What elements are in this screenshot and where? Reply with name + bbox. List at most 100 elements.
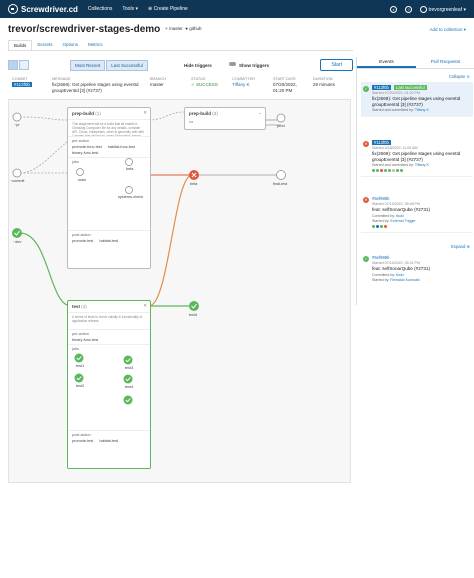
committer-value[interactable]: Tiffany K	[232, 82, 255, 87]
event-committer-link[interactable]: tkuki	[396, 214, 403, 218]
section-title: pre-action	[72, 332, 89, 336]
brand[interactable]: Screwdriver.cd	[8, 4, 78, 14]
event-item[interactable]: ✓ #113f0b Last successful Started 07/20/…	[361, 82, 473, 117]
job-promote-test[interactable]: promote-test	[72, 239, 93, 243]
tab-secrets[interactable]: Secrets	[32, 40, 57, 50]
user-avatar-icon	[420, 5, 428, 13]
job-habitat-test[interactable]: habitat-test	[99, 239, 118, 243]
tab-events[interactable]: Events	[357, 57, 416, 68]
node-dev[interactable]	[12, 228, 22, 238]
job-status-dot	[376, 169, 379, 172]
job-binary-func-test[interactable]: binary-func-test	[72, 151, 146, 155]
job-test1-node[interactable]	[74, 353, 84, 363]
graph-view-icon[interactable]	[8, 60, 18, 70]
last-successful-button[interactable]: Last Successful	[106, 59, 148, 71]
job-test-extra-node[interactable]	[123, 395, 133, 405]
job-promote-test[interactable]: promote-test	[72, 439, 93, 443]
stage-prep-build-1-header: prep-build (1) ✕	[68, 108, 150, 120]
job-status-dot	[376, 224, 379, 228]
event-item[interactable]: ✕ #5ef989b Started 07/19/2022, 05:48 PM …	[361, 193, 473, 233]
event-sha[interactable]: #113f0b	[372, 85, 391, 90]
duration-col: DURATION 29 minutes	[313, 77, 335, 87]
stage-count: (1)	[95, 111, 101, 116]
tab-options[interactable]: Options	[58, 40, 84, 50]
branch-value: master	[150, 82, 164, 87]
job-systems-check-node[interactable]	[125, 186, 133, 194]
event-user-link[interactable]: External Trigger	[390, 219, 415, 223]
nav-collections[interactable]: Collections	[88, 6, 112, 12]
event-item[interactable]: ✕ #113f0b Started 4/18/2022, 11:05 AM fi…	[361, 137, 473, 177]
tab-builds[interactable]: Builds	[8, 40, 33, 50]
success-icon: ✓	[363, 256, 369, 262]
add-to-collection-link[interactable]: Add to collection ▾	[429, 27, 466, 33]
nav-tools[interactable]: Tools ▾	[122, 6, 138, 12]
pipeline-title[interactable]: trevor/screwdriver-stages-demo	[8, 24, 160, 35]
stage-more[interactable]: •••	[185, 119, 265, 124]
expand-link[interactable]: Expand ⊕	[451, 244, 470, 249]
success-icon: ✓	[363, 86, 369, 92]
job-test3-node[interactable]	[123, 355, 133, 365]
triggers-toggle[interactable]	[229, 62, 236, 66]
pipeline-graph: ~pr ~commit ~dev prod beta final-test bu…	[8, 99, 351, 483]
pipeline-tabs: Builds Secrets Options Metrics	[8, 40, 108, 50]
help-icon[interactable]: ?	[405, 5, 413, 13]
event-time: Started 07/19/2022, 05:48 PM	[372, 202, 420, 206]
duration-value: 29 minutes	[313, 82, 336, 87]
stage-pre-action: pre-action binary-func-test	[68, 329, 150, 344]
status-col: STATUS ✓ SUCCESS	[191, 77, 218, 88]
node-final-test[interactable]	[276, 170, 286, 180]
event-user-link[interactable]: Reinaldo Kurosaki	[390, 278, 419, 282]
scm-name[interactable]: github	[189, 26, 201, 31]
tab-pull-requests[interactable]: Pull Requests	[416, 57, 474, 68]
event-item[interactable]: ✓ #5ef989b Started 07/19/2022, 05:31 PM …	[361, 252, 473, 286]
nav-create-pipeline[interactable]: ⊕ Create Pipeline	[148, 6, 188, 12]
job-test2-node[interactable]	[74, 373, 84, 383]
node-commit[interactable]	[12, 168, 22, 178]
event-sha[interactable]: #113f0b	[372, 140, 391, 145]
collapse-icon: ⊖	[466, 74, 470, 79]
chevron-down-icon[interactable]: ⌄	[258, 110, 262, 116]
event-user-link[interactable]: Tiffany K	[415, 108, 429, 112]
event-user-link[interactable]: Tiffany K	[415, 163, 429, 167]
commit-message: fix(2669): Get pipeline stages using eve…	[52, 82, 139, 93]
stage-pre-action: pre-action promote-func-test habitat-fun…	[68, 136, 150, 157]
job-habitat-func-test[interactable]: habitat-func-test	[108, 145, 135, 149]
job-status-dot	[380, 224, 383, 228]
stage-prep-build-1[interactable]: prep-build (1) ✕ This stagement will be …	[67, 107, 151, 269]
most-recent-button[interactable]: Most Recent	[70, 59, 106, 71]
event-sha[interactable]: #5ef989b	[372, 255, 470, 260]
tab-metrics[interactable]: Metrics	[83, 40, 108, 50]
job-habitat-test[interactable]: habitat-test	[99, 439, 118, 443]
job-beta-node[interactable]	[125, 158, 133, 166]
job-test4-label: test4	[125, 385, 134, 389]
list-view-icon[interactable]	[19, 60, 29, 70]
job-test4-node[interactable]	[123, 374, 133, 384]
branch-label: BRANCH	[150, 77, 167, 81]
job-main-node[interactable]	[76, 168, 84, 176]
section-title: post-action	[72, 433, 91, 437]
branch-col: BRANCH master	[150, 77, 166, 87]
start-label: START DATE	[273, 77, 296, 81]
stage-jobs: jobs main beta systems-check	[68, 157, 150, 230]
stage-prep-build-2[interactable]: prep-build (3) ⌄ •••	[184, 107, 266, 130]
search-icon[interactable]: ⌕	[390, 5, 398, 13]
commit-sha[interactable]: #113f0b	[12, 82, 32, 87]
event-committer-link[interactable]: tkuki	[396, 273, 403, 277]
status-label: STATUS	[191, 77, 206, 81]
job-test3-label: test3	[125, 366, 134, 370]
user-menu[interactable]: trevorgreenleaf ▾	[420, 5, 466, 13]
close-icon[interactable]: ✕	[143, 110, 147, 116]
collapse-link[interactable]: Collapse ⊖	[449, 74, 470, 79]
start-button[interactable]: Start	[320, 59, 353, 71]
job-promote-func-test[interactable]: promote-func-test	[72, 145, 102, 149]
node-prod[interactable]	[276, 113, 286, 123]
event-sha[interactable]: #5ef989b	[372, 196, 470, 201]
node-build[interactable]	[189, 301, 199, 311]
stage-test[interactable]: test (4) ✕ A series of tests to check va…	[67, 300, 151, 469]
node-pr[interactable]	[12, 112, 22, 122]
close-icon[interactable]: ✕	[143, 303, 147, 309]
job-binary-func-test[interactable]: binary-func-test	[72, 338, 146, 342]
top-nav: Screwdriver.cd Collections Tools ▾ ⊕ Cre…	[0, 0, 474, 18]
stage-description: A series of tests to check validity & fu…	[72, 315, 143, 323]
last-successful-badge: Last successful	[394, 85, 427, 90]
